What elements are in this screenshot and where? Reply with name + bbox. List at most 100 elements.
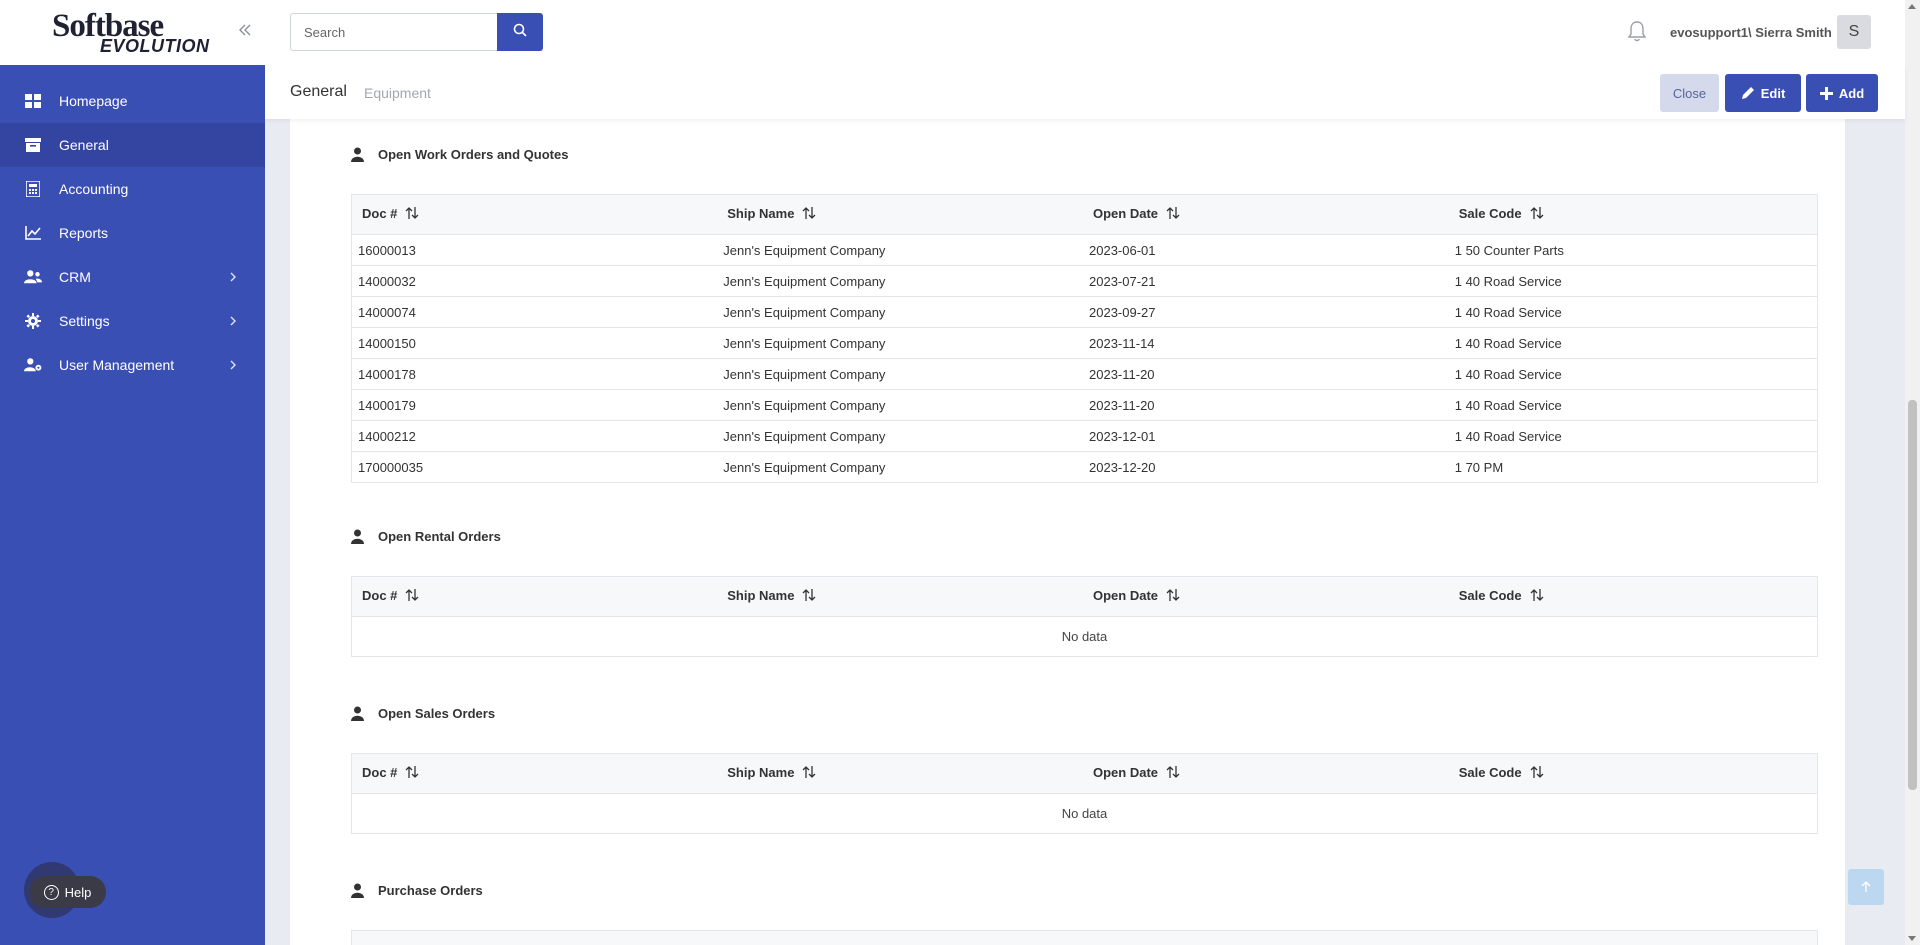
sort-icon[interactable]: [802, 206, 816, 223]
close-button-label: Close: [1672, 85, 1707, 101]
sort-icon[interactable]: [1530, 765, 1544, 782]
sort-icon[interactable]: [802, 588, 816, 605]
users-icon: [24, 268, 42, 286]
table-row[interactable]: 14000178 Jenn's Equipment Company 2023-11-…: [351, 358, 1818, 390]
section-title-text: Open Sales Orders: [378, 705, 496, 721]
person-icon: [351, 883, 364, 898]
no-data-text: No data: [351, 616, 1818, 657]
section-title: Open Work Orders and Quotes: [351, 144, 1818, 164]
page-header: General Equipment Close Edit Add: [265, 65, 1905, 119]
cell-ship-name: Jenn's Equipment Company: [717, 451, 1083, 483]
sidebar-item-homepage[interactable]: Homepage: [0, 79, 265, 123]
column-header-sale-code[interactable]: Sale Code: [1448, 194, 1818, 235]
sidebar-item-user-management[interactable]: User Management: [0, 343, 265, 387]
scrollbar-thumb[interactable]: [1908, 400, 1917, 790]
table-row[interactable]: 16000013 Jenn's Equipment Company 2023-06-…: [351, 234, 1818, 266]
column-header-label: Doc #: [362, 764, 398, 780]
sidebar-item-settings[interactable]: Settings: [0, 299, 265, 343]
column-header-sale-code[interactable]: Sale Code: [1448, 576, 1818, 617]
sidebar-item-label: CRM: [59, 269, 91, 285]
help-button[interactable]: ? Help: [29, 876, 106, 908]
breadcrumb-general[interactable]: General: [290, 83, 347, 101]
purchase-orders-table-header: [351, 930, 1818, 945]
column-header-label: Sale Code: [1458, 587, 1522, 603]
search-input[interactable]: [290, 13, 498, 51]
username-label[interactable]: evosupport1\ Sierra Smith: [1670, 25, 1832, 40]
scroll-up-arrow-icon[interactable]: [1908, 4, 1916, 9]
page-scrollbar[interactable]: [1905, 0, 1920, 945]
cell-sale-code: 1 40 Road Service: [1448, 358, 1818, 390]
sort-icon[interactable]: [1166, 765, 1180, 782]
breadcrumb-equipment[interactable]: Equipment: [364, 85, 431, 101]
column-header-doc[interactable]: Doc #: [351, 194, 718, 235]
sort-icon[interactable]: [1166, 206, 1180, 223]
cell-open-date: 2023-06-01: [1083, 234, 1449, 266]
chevron-right-icon: [227, 270, 239, 282]
sidebar-item-crm[interactable]: CRM: [0, 255, 265, 299]
column-header-sale-code[interactable]: Sale Code: [1448, 753, 1818, 794]
no-data-text: No data: [351, 793, 1818, 834]
column-header-open-date[interactable]: Open Date: [1082, 753, 1449, 794]
table-empty-row: No data: [351, 793, 1818, 834]
column-header-open-date[interactable]: Open Date: [1082, 576, 1449, 617]
table-row[interactable]: 170000035 Jenn's Equipment Company 2023-12…: [351, 451, 1818, 483]
sort-icon[interactable]: [802, 765, 816, 782]
scroll-down-arrow-icon[interactable]: [1908, 936, 1916, 941]
sidebar-nav: Homepage General Accounting Reports CRM: [0, 79, 265, 387]
sidebar-item-accounting[interactable]: Accounting: [0, 167, 265, 211]
table-row[interactable]: 14000032 Jenn's Equipment Company 2023-07-…: [351, 265, 1818, 297]
cell-open-date: 2023-12-20: [1083, 451, 1449, 483]
scroll-to-top-button[interactable]: [1848, 869, 1884, 905]
column-header-ship-name[interactable]: Ship Name: [717, 753, 1083, 794]
column-header-label: Open Date: [1093, 205, 1159, 221]
sales-orders-table: Doc # Ship Name Open Date Sale Code No d…: [351, 753, 1818, 834]
edit-button-label: Edit: [1760, 85, 1786, 101]
table-row[interactable]: 14000074 Jenn's Equipment Company 2023-09-…: [351, 296, 1818, 328]
sidebar-item-reports[interactable]: Reports: [0, 211, 265, 255]
section-work-orders: Open Work Orders and Quotes Doc # Ship N…: [351, 144, 1818, 483]
person-icon: [351, 147, 364, 162]
add-button[interactable]: Add: [1806, 74, 1878, 112]
cell-open-date: 2023-07-21: [1083, 265, 1449, 297]
close-button[interactable]: Close: [1660, 74, 1719, 112]
table-row[interactable]: 14000150 Jenn's Equipment Company 2023-11-…: [351, 327, 1818, 359]
column-header-doc[interactable]: Doc #: [351, 753, 718, 794]
column-header-open-date[interactable]: Open Date: [1083, 194, 1449, 235]
question-circle-icon: ?: [43, 884, 59, 900]
grid-icon: [24, 92, 42, 110]
column-header-ship-name[interactable]: Ship Name: [717, 576, 1083, 617]
column-header-doc[interactable]: Doc #: [351, 576, 718, 617]
cell-doc: 14000150: [351, 327, 718, 359]
column-header-label: Ship Name: [727, 764, 795, 780]
cell-sale-code: 1 40 Road Service: [1448, 420, 1818, 452]
sidebar-item-label: Accounting: [59, 181, 129, 197]
sidebar-item-general[interactable]: General: [0, 123, 265, 167]
sort-icon[interactable]: [405, 765, 419, 782]
table-row[interactable]: 14000179 Jenn's Equipment Company 2023-11-…: [351, 389, 1818, 421]
table-row[interactable]: 14000212 Jenn's Equipment Company 2023-12-…: [351, 420, 1818, 452]
sort-icon[interactable]: [405, 206, 419, 223]
column-header-ship-name[interactable]: Ship Name: [717, 194, 1083, 235]
collapse-sidebar-icon[interactable]: [235, 22, 255, 42]
cell-doc: 14000212: [351, 420, 718, 452]
sort-icon[interactable]: [1530, 588, 1544, 605]
cell-doc: 14000074: [351, 296, 718, 328]
cell-ship-name: Jenn's Equipment Company: [717, 327, 1083, 359]
person-icon: [351, 529, 364, 544]
edit-button[interactable]: Edit: [1725, 74, 1801, 112]
cell-open-date: 2023-11-20: [1083, 389, 1449, 421]
sort-icon[interactable]: [1166, 588, 1180, 605]
column-header-label: Ship Name: [727, 205, 795, 221]
cell-sale-code: 1 40 Road Service: [1448, 327, 1818, 359]
softbase-logo[interactable]: Softbase EVOLUTION: [52, 10, 210, 56]
avatar[interactable]: S: [1837, 15, 1871, 49]
search-button[interactable]: [497, 13, 543, 51]
sort-icon[interactable]: [405, 588, 419, 605]
bell-icon[interactable]: [1627, 20, 1649, 44]
sort-icon[interactable]: [1530, 206, 1544, 223]
section-sales-orders: Open Sales Orders Doc # Ship Name Open D…: [351, 703, 1818, 834]
gear-icon: [24, 312, 42, 330]
sidebar-item-label: Homepage: [59, 93, 128, 109]
cell-open-date: 2023-11-14: [1083, 327, 1449, 359]
chevron-right-icon: [227, 358, 239, 370]
